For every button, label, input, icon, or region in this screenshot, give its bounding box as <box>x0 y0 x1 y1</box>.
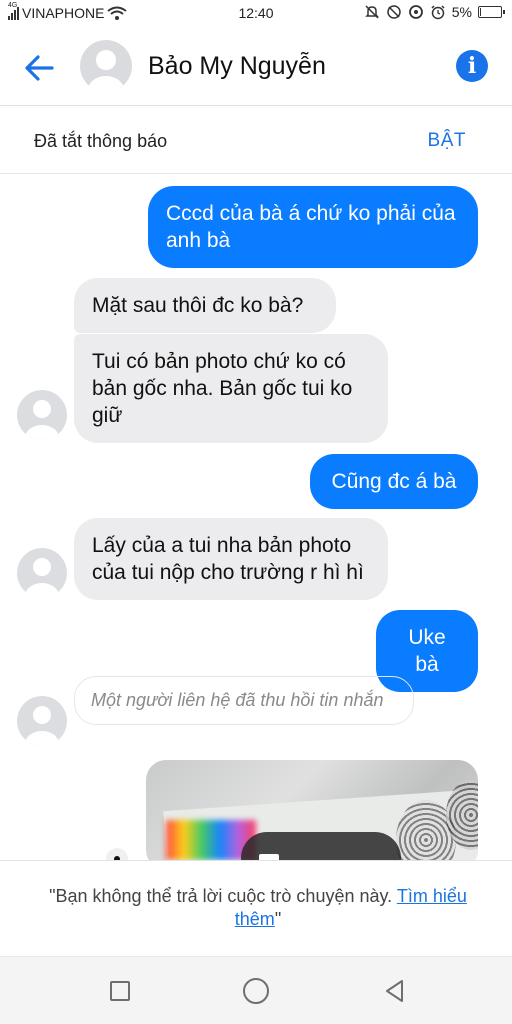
sender-avatar[interactable] <box>17 696 67 746</box>
arrow-left-icon <box>25 55 54 81</box>
battery-percent: 5% <box>451 4 472 20</box>
data-saver-icon <box>408 5 423 19</box>
conversation-header: Bảo My Nguyễn i <box>0 28 512 106</box>
notification-bar: Đã tắt thông báo BẬT <box>0 106 512 174</box>
alarm-icon <box>431 5 445 20</box>
contact-avatar[interactable] <box>80 40 132 92</box>
battery-charging-icon <box>478 6 505 18</box>
cannot-reply-message: "Bạn không thể trả lời cuộc trò chuyện n… <box>49 886 397 906</box>
message-bubble-incoming[interactable]: Lấy của a tui nha bản photo của tui nộp … <box>74 518 388 600</box>
message-bubble-outgoing[interactable]: Cũng đc á bà <box>310 454 478 509</box>
message-bubble-incoming[interactable]: Tui có bản photo chứ ko có bản gốc nha. … <box>74 334 388 443</box>
turn-on-notifications-button[interactable]: BẬT <box>428 130 466 152</box>
info-button[interactable]: i <box>456 50 488 82</box>
default-avatar-icon <box>88 50 124 92</box>
notifications-off-label: Đã tắt thông báo <box>34 131 168 151</box>
sender-avatar[interactable] <box>17 390 67 440</box>
photo-attachment[interactable] <box>146 760 478 870</box>
cannot-reply-footer: "Bạn không thể trả lời cuộc trò chuyện n… <box>0 860 512 956</box>
cannot-reply-quote-close: " <box>274 909 282 929</box>
default-avatar-icon <box>25 400 59 440</box>
triangle-back-icon <box>386 980 403 1002</box>
system-nav-bar <box>0 956 512 1024</box>
message-bubble-incoming[interactable]: Mặt sau thôi đc ko bà? <box>74 278 336 333</box>
default-avatar-icon <box>25 706 59 746</box>
status-bar: 4G VINAPHONE 12:40 5% <box>0 0 512 28</box>
message-bubble-outgoing[interactable]: Cccd của bà á chứ ko phải của anh bà <box>148 186 478 268</box>
recalled-message: Một người liên hệ đã thu hồi tin nhắn <box>74 676 414 725</box>
status-right: 5% <box>364 4 505 20</box>
cannot-reply-text: "Bạn không thể trả lời cuộc trò chuyện n… <box>40 885 476 931</box>
mute-icon <box>364 5 379 19</box>
alarm-off-icon <box>387 5 401 19</box>
contact-name[interactable]: Bảo My Nguyễn <box>148 52 326 81</box>
back-nav-button[interactable] <box>382 978 408 1004</box>
info-icon: i <box>467 53 477 79</box>
default-avatar-icon <box>25 558 59 598</box>
home-button[interactable] <box>243 978 269 1004</box>
sender-avatar[interactable] <box>17 548 67 598</box>
recents-button[interactable] <box>110 981 130 1001</box>
back-button[interactable] <box>22 50 58 86</box>
